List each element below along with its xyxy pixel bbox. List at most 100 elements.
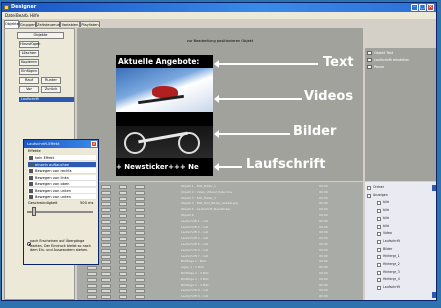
row-checkbox[interactable] xyxy=(101,260,111,265)
tree-node-icon[interactable] xyxy=(377,239,381,244)
table-row[interactable]: Laufschrift 4 - null 00:00 xyxy=(77,236,363,242)
row-checkbox[interactable] xyxy=(135,266,145,271)
row-checkbox[interactable] xyxy=(119,266,127,271)
row-checkbox[interactable] xyxy=(119,295,127,300)
tree-item[interactable]: bild xyxy=(383,216,389,221)
row-checkbox[interactable] xyxy=(119,243,127,247)
tree-item[interactable]: Laufschrift xyxy=(383,285,400,290)
tree-node-icon[interactable] xyxy=(377,286,381,291)
tab-playlisten[interactable]: Playlisten xyxy=(80,21,100,27)
up-button[interactable]: Rauf xyxy=(19,77,39,84)
row-checkbox[interactable] xyxy=(119,283,127,288)
table-row[interactable]: Objekt 5 - Laufschrift_Newsticker 00:00 xyxy=(77,207,363,213)
effect-option[interactable]: kein Effekt xyxy=(28,155,96,161)
effect-option[interactable]: Bewegen von unten xyxy=(28,187,96,194)
maximize-icon[interactable]: □ xyxy=(419,4,426,11)
row-checkbox[interactable] xyxy=(119,277,127,282)
image-thumbnail[interactable] xyxy=(116,126,213,158)
delete-button[interactable]: Löschen xyxy=(19,50,39,57)
row-checkbox[interactable] xyxy=(101,185,111,189)
menu-hilfe[interactable]: Hilfe xyxy=(30,13,39,18)
tree-item[interactable]: bild xyxy=(383,224,389,229)
close-icon[interactable]: × xyxy=(427,4,434,11)
effect-option[interactable]: Bewegen von rechts xyxy=(28,168,96,174)
row-checkbox[interactable] xyxy=(101,219,111,224)
dialog-title[interactable]: Laufschrift-Effekt xyxy=(24,140,98,148)
menu-bearbeiten[interactable]: Bearb. xyxy=(16,13,29,18)
table-row[interactable]: Laufschrift 7 - null 00:00 xyxy=(77,254,363,259)
property-checkbox[interactable] xyxy=(367,51,372,55)
tree-item[interactable]: Video xyxy=(383,231,392,236)
effect-option[interactable]: einzeln auftauchen xyxy=(28,161,96,168)
tree-node-icon[interactable] xyxy=(377,209,381,214)
row-checkbox[interactable] xyxy=(135,277,145,282)
video-thumbnail[interactable] xyxy=(116,68,213,112)
row-checkbox[interactable] xyxy=(101,196,111,201)
effect-option[interactable]: Bewegen von unten xyxy=(28,194,96,200)
tab-objekte[interactable]: Objekte xyxy=(4,20,19,28)
row-checkbox[interactable] xyxy=(135,243,145,247)
row-checkbox[interactable] xyxy=(87,283,97,288)
speed-slider-thumb[interactable] xyxy=(32,207,36,216)
row-checkbox[interactable] xyxy=(135,231,145,236)
paste-button[interactable]: Einfügen xyxy=(19,68,39,75)
row-checkbox[interactable] xyxy=(101,208,111,213)
menu-datei[interactable]: Datei xyxy=(5,13,16,18)
row-checkbox[interactable] xyxy=(101,231,111,236)
tree-item[interactable]: bild xyxy=(383,200,389,205)
table-row[interactable]: Objekt 4 - Bild_Text_Bilder_Gebbel.jpg 00… xyxy=(77,201,363,207)
table-row[interactable]: Laufschrift 1 - null 00:00 xyxy=(77,219,363,224)
forward-button[interactable]: Vor xyxy=(19,86,39,93)
tree-item[interactable]: Ordner xyxy=(373,185,384,190)
row-checkbox[interactable] xyxy=(119,185,127,189)
tree-item[interactable]: Hintergr_3 xyxy=(383,270,400,275)
row-checkbox[interactable] xyxy=(119,208,127,213)
title-bar[interactable]: Designer – □ × xyxy=(2,3,436,12)
tree-node-icon[interactable] xyxy=(377,216,381,221)
row-checkbox[interactable] xyxy=(135,248,145,253)
table-row[interactable]: Bildfolge 1 - Bild 00:00 xyxy=(77,259,363,265)
tree-node-icon[interactable] xyxy=(367,186,371,190)
row-checkbox[interactable] xyxy=(135,225,145,230)
tree-node-icon[interactable] xyxy=(377,201,381,206)
scroll-down-icon[interactable] xyxy=(432,292,436,298)
tree-item[interactable]: Laufschrift xyxy=(383,239,400,244)
tab-gruppen[interactable]: Gruppen xyxy=(19,21,36,27)
row-checkbox[interactable] xyxy=(87,272,97,276)
dialog-close-icon[interactable]: × xyxy=(91,141,97,147)
property-checkbox[interactable] xyxy=(367,65,372,69)
row-checkbox[interactable] xyxy=(135,190,145,195)
table-row[interactable]: Laufschrift 5 - null 00:00 xyxy=(77,242,363,247)
speed-slider-track[interactable] xyxy=(27,211,93,213)
row-checkbox[interactable] xyxy=(135,295,145,300)
row-checkbox[interactable] xyxy=(135,237,145,242)
tree-node-icon[interactable] xyxy=(377,247,381,252)
row-checkbox[interactable] xyxy=(135,254,145,259)
row-checkbox[interactable] xyxy=(101,248,111,253)
row-checkbox[interactable] xyxy=(135,208,145,213)
tree-node-icon[interactable] xyxy=(377,278,381,283)
row-checkbox[interactable] xyxy=(87,289,97,294)
row-checkbox[interactable] xyxy=(101,289,111,294)
tree-node-icon[interactable] xyxy=(377,263,381,267)
scroll-up-icon[interactable] xyxy=(432,185,436,191)
row-checkbox[interactable] xyxy=(119,260,127,265)
down-button[interactable]: Runter xyxy=(41,77,61,84)
table-row[interactable]: Laufschrift 9 - null 00:00 xyxy=(77,294,363,300)
ad-preview[interactable]: Aktuelle Angebote: + Newsticker+++ Ne xyxy=(116,55,213,176)
row-checkbox[interactable] xyxy=(101,272,111,276)
tree-item[interactable]: Hintergr_4 xyxy=(383,277,400,282)
tree-item[interactable]: Hintergr_2 xyxy=(383,262,400,267)
tab-zeitsteuerung[interactable]: Zeitsteuerung xyxy=(36,21,62,27)
back-button[interactable]: Zurück xyxy=(41,86,61,93)
row-checkbox[interactable] xyxy=(119,214,127,218)
row-checkbox[interactable] xyxy=(135,272,145,276)
tree-item[interactable]: Hintergr_1 xyxy=(383,254,400,259)
row-checkbox[interactable] xyxy=(135,283,145,288)
row-checkbox[interactable] xyxy=(101,190,111,195)
tab-variablen[interactable]: Variablen xyxy=(60,21,80,27)
row-checkbox[interactable] xyxy=(101,283,111,288)
row-checkbox[interactable] xyxy=(119,231,127,236)
table-row[interactable]: Objekt 3 - Bild_Bilder_3 00:00 xyxy=(77,196,363,201)
table-row[interactable]: Ligen 1 - 1 Bild 00:00 xyxy=(77,265,363,271)
